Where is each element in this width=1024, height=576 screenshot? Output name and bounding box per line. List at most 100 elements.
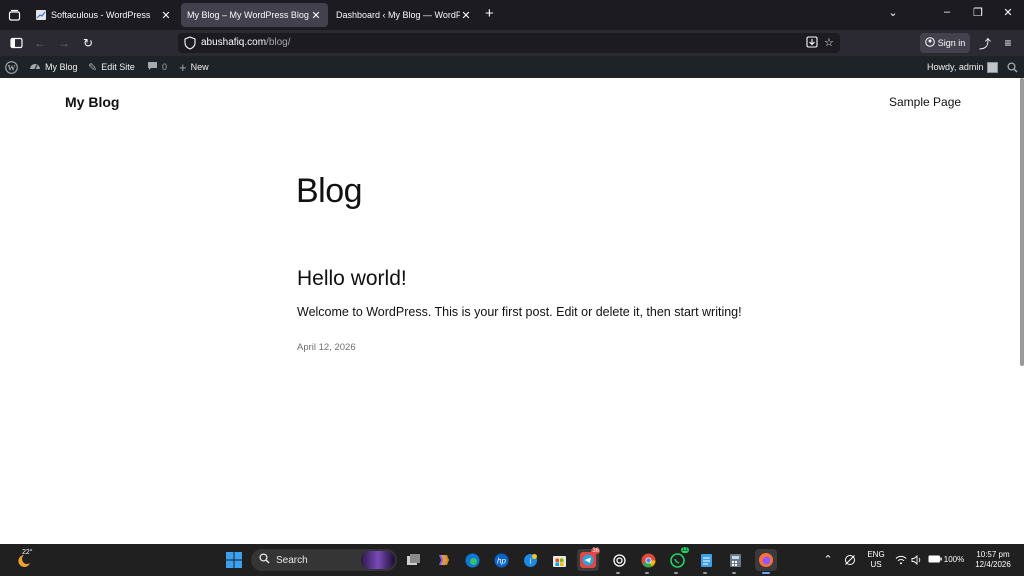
page-title: Blog: [296, 172, 363, 210]
wordpress-logo-icon[interactable]: W: [5, 56, 18, 78]
active-indicator: [762, 572, 770, 574]
reload-icon[interactable]: ↻: [80, 35, 96, 51]
shield-icon[interactable]: [184, 36, 196, 50]
site-title[interactable]: My Blog: [65, 94, 119, 110]
avatar: [987, 61, 999, 73]
tab-title: Softaculous - WordPress: [51, 10, 151, 20]
running-indicator: [616, 572, 620, 574]
comments-link[interactable]: 0: [147, 56, 167, 78]
telegram-badge: 36: [591, 548, 600, 554]
tab-close-icon[interactable]: ✕: [460, 9, 472, 22]
post-title-link[interactable]: Hello world!: [297, 267, 407, 291]
howdy-label: Howdy, admin: [927, 62, 984, 72]
show-hidden-icons-icon[interactable]: ⌃: [820, 544, 836, 576]
sidebar-toggle-icon[interactable]: [8, 35, 24, 51]
comment-bubble-icon: [147, 61, 158, 74]
running-indicator: [732, 572, 736, 574]
tab-softaculous[interactable]: Softaculous - WordPress ✕: [30, 3, 178, 27]
my-account-link[interactable]: Howdy, admin: [927, 56, 999, 78]
nav-link-sample-page[interactable]: Sample Page: [889, 95, 961, 109]
list-all-tabs-icon[interactable]: ⌄: [884, 6, 902, 19]
chart-favicon-icon: [36, 10, 46, 20]
url-path: /blog/: [266, 37, 291, 48]
taskbar-search[interactable]: Search: [251, 549, 397, 571]
clock[interactable]: 10:57 pm 12/4/2026: [970, 544, 1016, 576]
browser-tab-strip: Softaculous - WordPress ✕ My Blog – My W…: [0, 0, 1024, 30]
new-label: New: [190, 62, 209, 72]
search-icon: [259, 553, 270, 567]
address-bar[interactable]: abushafiq.com/blog/ ☆: [178, 33, 840, 53]
calculator-icon[interactable]: [724, 549, 746, 571]
navigation-toolbar: ← → ↻ abushafiq.com/blog/ ☆ Sign in ⤴ ≡: [0, 30, 1024, 56]
battery-percent: 100%: [943, 555, 965, 564]
sign-in-button[interactable]: Sign in: [920, 33, 970, 53]
battery-icon: [928, 555, 942, 566]
edge-browser-icon[interactable]: [461, 549, 483, 571]
volume-icon[interactable]: [909, 544, 923, 576]
search-icon[interactable]: [1007, 56, 1018, 78]
tab-dashboard[interactable]: Dashboard ‹ My Blog — WordPress ✕: [330, 3, 478, 27]
weather-widget[interactable]: 22°: [12, 544, 38, 576]
search-highlight-image: [361, 551, 395, 569]
page-scrollbar[interactable]: [1020, 78, 1024, 366]
tab-list-icon[interactable]: [6, 7, 22, 23]
whatsapp-icon[interactable]: 11: [666, 547, 689, 571]
svg-text:hp: hp: [497, 556, 506, 565]
tab-title: Dashboard ‹ My Blog — WordPress: [336, 10, 460, 20]
wp-admin-bar: W My Blog ✎ Edit Site 0 + New Howdy, adm…: [0, 56, 1024, 78]
back-arrow-icon[interactable]: ←: [32, 35, 48, 51]
site-name-link[interactable]: My Blog: [29, 56, 78, 78]
forward-arrow-icon[interactable]: →: [56, 35, 72, 51]
post-excerpt: Welcome to WordPress. This is your first…: [297, 305, 742, 319]
battery-indicator[interactable]: 100%: [926, 544, 966, 576]
url-text[interactable]: abushafiq.com/blog/: [201, 37, 291, 48]
post-date[interactable]: April 12, 2026: [297, 342, 356, 353]
running-indicator: [645, 572, 649, 574]
language-indicator[interactable]: ENG US: [862, 544, 890, 576]
tab-close-icon[interactable]: ✕: [160, 9, 172, 22]
wifi-icon[interactable]: [893, 544, 909, 576]
edit-site-label: Edit Site: [101, 62, 135, 72]
bookmark-star-icon[interactable]: ☆: [824, 36, 834, 49]
edit-site-link[interactable]: ✎ Edit Site: [88, 56, 135, 78]
tab-title: My Blog – My WordPress Blog: [187, 10, 309, 20]
restore-icon[interactable]: ❐: [969, 6, 987, 19]
sign-in-label: Sign in: [937, 38, 966, 48]
web-page: My Blog Sample Page Blog Hello world! We…: [0, 78, 1024, 544]
new-tab-button[interactable]: +: [485, 6, 494, 22]
firefox-icon[interactable]: [755, 549, 777, 571]
svg-text:i: i: [529, 556, 531, 565]
clock-time: 10:57 pm: [976, 550, 1010, 559]
microsoft-store-icon[interactable]: [548, 549, 570, 571]
extensions-icon[interactable]: ⤴: [977, 35, 993, 51]
close-window-icon[interactable]: ✕: [999, 6, 1017, 19]
copilot-icon[interactable]: [432, 549, 454, 571]
info-app-icon[interactable]: i: [519, 549, 541, 571]
new-content-link[interactable]: + New: [179, 56, 209, 78]
windows-taskbar: 22° Search hp i 36 11 ⌃ ENG US 100% 10:5…: [0, 544, 1024, 576]
notepad-icon[interactable]: [695, 549, 717, 571]
account-icon: [924, 37, 935, 49]
chatgpt-icon[interactable]: [608, 549, 630, 571]
region-code: US: [870, 560, 882, 569]
hp-icon[interactable]: hp: [490, 549, 512, 571]
tab-close-icon[interactable]: ✕: [310, 9, 322, 22]
site-name-label: My Blog: [45, 62, 78, 72]
menu-icon[interactable]: ≡: [1000, 35, 1016, 51]
search-placeholder: Search: [276, 554, 308, 566]
running-indicator: [674, 572, 678, 574]
chrome-icon[interactable]: [637, 549, 659, 571]
dashboard-gauge-icon: [29, 61, 41, 74]
moon-weather-icon: [15, 554, 31, 571]
task-view-icon[interactable]: [403, 549, 425, 571]
telegram-icon[interactable]: 36: [577, 548, 600, 571]
minimize-icon[interactable]: –: [938, 6, 956, 18]
brush-icon: ✎: [88, 61, 98, 74]
language-code: ENG: [867, 550, 885, 559]
clock-date: 12/4/2026: [975, 560, 1011, 569]
save-to-pocket-icon[interactable]: [806, 36, 818, 51]
tab-my-blog[interactable]: My Blog – My WordPress Blog ✕: [181, 3, 328, 27]
windows-start-icon[interactable]: [223, 549, 245, 571]
no-location-icon[interactable]: [842, 544, 858, 576]
comments-count: 0: [162, 62, 168, 72]
